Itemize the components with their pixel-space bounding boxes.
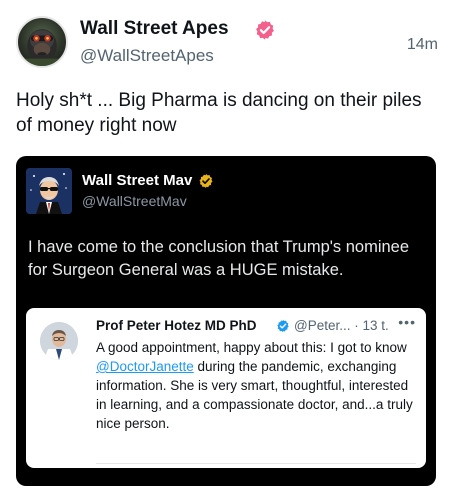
more-options-icon[interactable]: ••• [398,314,416,330]
verified-badge-icon [277,319,289,333]
quoted-author-handle-time[interactable]: @Peter... · 13 t. [294,318,389,333]
embedded-post-text: I have come to the conclusion that Trump… [28,238,410,279]
embedded-post-avatar[interactable] [26,168,72,214]
avatar[interactable] [16,16,68,68]
timestamp: 14m [406,36,438,53]
embedded-post-card[interactable]: Wall Street Mav @WallStreetMav I have co… [16,156,436,486]
quoted-text-part: A good appointment, happy about this: I … [96,340,407,355]
quoted-post-text: A good appointment, happy about this: I … [96,338,416,433]
embedded-author-handle[interactable]: @WallStreetMav [82,193,187,209]
quoted-post-avatar[interactable] [40,322,78,360]
post-header: Wall Street Apes @WallStreetApes 14m [16,16,438,72]
doctor-icon [40,322,78,360]
verified-badge-icon [199,174,213,188]
post-text: Holy sh*t ... Big Pharma is dancing on t… [16,90,422,136]
embedded-author-name[interactable]: Wall Street Mav [82,172,192,189]
gorilla-icon [21,29,63,66]
verified-badge-icon [256,20,274,40]
author-handle[interactable]: @WallStreetApes [80,46,214,66]
mention-link[interactable]: @DoctorJanette [96,359,194,374]
quoted-post-card[interactable]: Prof Peter Hotez MD PhD @Peter... · 13 t… [26,308,426,468]
sunglasses-man-icon [26,168,72,214]
author-name[interactable]: Wall Street Apes [80,18,229,40]
quoted-author-name[interactable]: Prof Peter Hotez MD PhD [96,318,257,333]
divider [96,463,416,464]
